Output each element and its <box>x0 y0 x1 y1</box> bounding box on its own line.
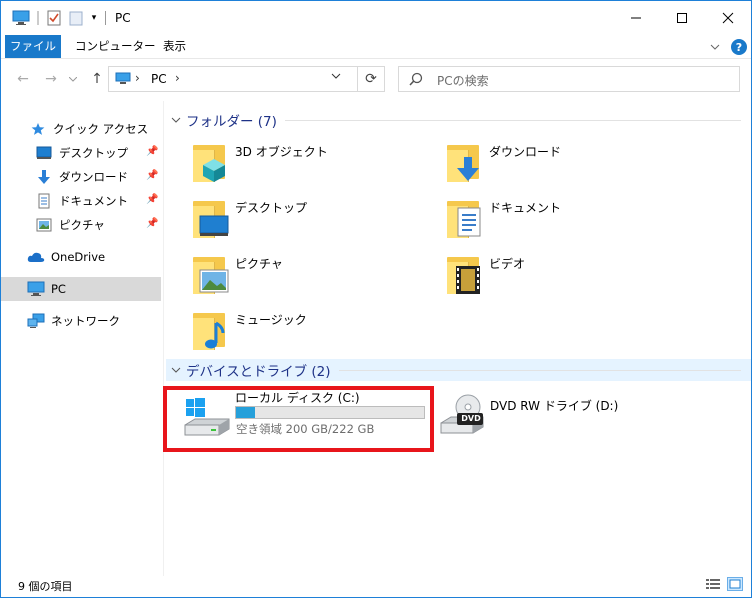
address-bar[interactable]: › PC › <box>108 66 358 92</box>
highlight-box <box>163 386 434 452</box>
folder-item-documents[interactable]: ドキュメント <box>443 197 561 245</box>
sidebar-item-label: デスクトップ <box>59 146 128 160</box>
minimize-button[interactable] <box>613 1 659 35</box>
tab-file[interactable]: ファイル <box>5 35 61 58</box>
folder-label: ダウンロード <box>489 145 562 159</box>
drive-item-dvd-d[interactable]: DVD DVD RW ドライブ (D:) <box>437 387 677 447</box>
group-divider <box>338 369 741 371</box>
status-item-count: 9 個の項目 <box>18 580 73 593</box>
up-button[interactable]: ↑ <box>87 69 107 89</box>
title-bar: ▾ PC <box>1 1 751 35</box>
documents-folder-icon <box>443 197 483 241</box>
breadcrumb-separator-icon[interactable]: › <box>175 71 180 85</box>
folder-label: デスクトップ <box>235 201 308 215</box>
3d-objects-icon <box>189 141 229 185</box>
group-header-devices[interactable]: デバイスとドライブ (2) <box>166 359 751 381</box>
sidebar-item-onedrive[interactable]: OneDrive <box>1 245 161 269</box>
search-placeholder: PCの検索 <box>437 74 489 88</box>
desktop-icon <box>35 145 53 161</box>
details-view-icon[interactable] <box>705 577 721 591</box>
desktop-folder-icon <box>189 197 229 241</box>
pc-icon <box>115 72 131 89</box>
sidebar-item-label: PC <box>51 282 66 296</box>
window-title: PC <box>115 11 131 25</box>
expand-ribbon-icon[interactable] <box>707 39 723 55</box>
group-divider <box>284 119 741 121</box>
sidebar-item-label: ピクチャ <box>59 218 105 232</box>
pin-icon[interactable]: 📌 <box>146 194 158 205</box>
sidebar-item-downloads[interactable]: ダウンロード 📌 <box>1 165 161 189</box>
sidebar-item-pictures[interactable]: ピクチャ 📌 <box>1 213 161 237</box>
sidebar-item-pc[interactable]: PC <box>1 277 161 301</box>
folder-item-pictures[interactable]: ピクチャ <box>189 253 283 301</box>
recent-locations-icon[interactable] <box>63 69 83 89</box>
pin-icon[interactable]: 📌 <box>146 170 158 181</box>
separator <box>105 11 106 25</box>
sidebar-item-desktop[interactable]: デスクトップ 📌 <box>1 141 161 165</box>
folder-label: ビデオ <box>489 257 526 271</box>
search-icon <box>409 72 423 89</box>
tab-computer[interactable]: コンピューター <box>65 35 166 58</box>
folder-label: ミュージック <box>235 313 307 327</box>
collapse-chevron-icon[interactable] <box>166 365 186 376</box>
download-icon <box>35 169 53 185</box>
folder-item-videos[interactable]: ビデオ <box>443 253 525 301</box>
refresh-button[interactable]: ⟳ <box>358 66 385 92</box>
sidebar-item-label: ネットワーク <box>51 314 120 328</box>
dvd-badge: DVD <box>461 414 481 423</box>
address-history-icon[interactable] <box>331 71 341 82</box>
folder-label: ピクチャ <box>235 257 283 271</box>
folder-item-3d-objects[interactable]: 3D オブジェクト <box>189 141 328 189</box>
drive-label: DVD RW ドライブ (D:) <box>490 399 619 413</box>
properties-icon[interactable] <box>45 9 63 27</box>
pin-icon[interactable]: 📌 <box>146 218 158 229</box>
collapse-chevron-icon[interactable] <box>166 115 186 126</box>
network-icon <box>27 313 45 329</box>
pictures-folder-icon <box>189 253 229 297</box>
breadcrumb-separator-icon[interactable]: › <box>135 71 140 85</box>
group-header-folders[interactable]: フォルダー (7) <box>166 109 751 131</box>
back-button[interactable]: ← <box>13 69 33 89</box>
sidebar-item-documents[interactable]: ドキュメント 📌 <box>1 189 161 213</box>
folder-label: 3D オブジェクト <box>235 145 328 159</box>
large-icons-view-icon[interactable] <box>727 577 743 591</box>
sidebar-item-label: OneDrive <box>51 250 106 264</box>
cloud-icon <box>27 249 45 265</box>
music-folder-icon <box>189 309 229 353</box>
pin-icon[interactable]: 📌 <box>146 146 158 157</box>
search-input[interactable]: PCの検索 <box>398 66 740 92</box>
customize-quick-access-icon[interactable]: ▾ <box>87 9 101 27</box>
folder-item-downloads[interactable]: ダウンロード <box>443 141 561 189</box>
separator <box>37 11 39 25</box>
picture-icon <box>35 217 53 233</box>
document-icon <box>35 193 53 209</box>
group-title: フォルダー (7) <box>186 114 277 130</box>
folder-item-music[interactable]: ミュージック <box>189 309 307 357</box>
help-icon[interactable]: ? <box>731 39 747 55</box>
videos-folder-icon <box>443 253 483 297</box>
sidebar-item-network[interactable]: ネットワーク <box>1 309 161 333</box>
dvd-drive-icon: DVD <box>439 393 487 439</box>
star-icon <box>29 121 47 137</box>
new-folder-icon[interactable] <box>67 9 85 27</box>
group-title: デバイスとドライブ (2) <box>186 364 331 380</box>
explorer-window: ▾ PC ファイル コンピューター 表示 ? ← → ↑ › PC › ⟳ PC… <box>0 0 752 598</box>
navigation-pane: クイック アクセス デスクトップ 📌 ダウンロード 📌 ドキュメント 📌 ピクチ… <box>1 101 163 571</box>
close-button[interactable] <box>705 1 751 35</box>
tab-view[interactable]: 表示 <box>153 35 196 58</box>
folder-item-desktop[interactable]: デスクトップ <box>189 197 307 245</box>
sidebar-item-label: ドキュメント <box>59 194 128 208</box>
sidebar-item-quick-access[interactable]: クイック アクセス <box>1 117 161 141</box>
breadcrumb-pc[interactable]: PC <box>151 72 167 86</box>
pc-icon[interactable] <box>11 9 31 27</box>
folder-label: ドキュメント <box>489 201 562 215</box>
pc-icon <box>27 281 45 297</box>
pane-divider[interactable] <box>163 101 164 576</box>
sidebar-item-label: ダウンロード <box>59 170 128 184</box>
forward-button[interactable]: → <box>41 69 61 89</box>
download-folder-icon <box>443 141 483 185</box>
ribbon-tabs: ファイル コンピューター 表示 ? <box>1 35 751 59</box>
maximize-button[interactable] <box>659 1 705 35</box>
sidebar-item-label: クイック アクセス <box>53 122 149 136</box>
